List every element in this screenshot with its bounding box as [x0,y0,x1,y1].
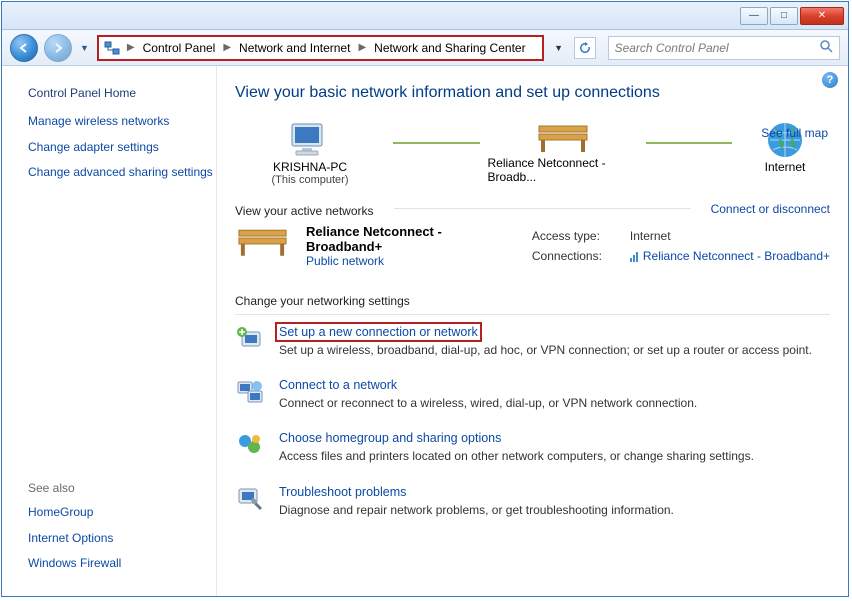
task-homegroup-sharing: Choose homegroup and sharing options Acc… [235,431,830,464]
chevron-right-icon: ▶ [356,42,368,53]
task-connect-network: Connect to a network Connect or reconnec… [235,378,830,411]
connect-network-icon [235,378,265,406]
see-full-map-link[interactable]: See full map [761,126,828,140]
setup-connection-icon [235,325,265,353]
access-type-value: Internet [630,229,830,243]
map-pc-name: KRISHNA-PC [273,160,347,174]
breadcrumb-item-network-internet[interactable]: Network and Internet [233,41,356,55]
chevron-right-icon: ▶ [125,42,137,53]
map-node-gateway[interactable]: Reliance Netconnect - Broadb... [488,120,638,184]
troubleshoot-icon [235,485,265,513]
control-panel-home-link[interactable]: Control Panel Home [28,86,216,100]
task-desc: Connect or reconnect to a wireless, wire… [279,395,697,411]
task-desc: Access files and printers located on oth… [279,448,754,464]
active-network-details: Access type: Internet Connections: Relia… [532,229,830,263]
map-internet-label: Internet [765,160,806,174]
search-placeholder: Search Control Panel [615,41,729,55]
nav-history-dropdown[interactable]: ▼ [78,43,91,53]
maximize-button[interactable]: □ [770,7,798,25]
sidebar-link-internet-options[interactable]: Internet Options [28,531,216,547]
signal-icon [630,250,640,262]
breadcrumb-item-control-panel[interactable]: Control Panel [137,41,222,55]
map-pc-sub: (This computer) [271,174,348,186]
task-desc: Diagnose and repair network problems, or… [279,502,674,518]
map-gateway-name: Reliance Netconnect - Broadb... [488,156,638,184]
homegroup-icon [235,431,265,459]
search-input[interactable]: Search Control Panel [608,36,840,60]
connection-link[interactable]: Reliance Netconnect - Broadband+ [630,249,830,263]
connect-disconnect-link[interactable]: Connect or disconnect [711,202,830,216]
access-type-label: Access type: [532,229,622,243]
sidebar-link-manage-wireless[interactable]: Manage wireless networks [28,114,216,130]
task-link-homegroup[interactable]: Choose homegroup and sharing options [279,431,501,445]
control-panel-window: — □ ✕ ▼ ▶ Control Panel ▶ Network and In… [1,1,849,597]
network-type-link[interactable]: Public network [306,254,518,268]
refresh-button[interactable] [574,37,596,59]
sidebar-link-windows-firewall[interactable]: Windows Firewall [28,556,216,572]
minimize-button[interactable]: — [740,7,768,25]
sidebar-link-advanced-sharing[interactable]: Change advanced sharing settings [28,165,216,181]
map-connection-line [393,142,480,144]
breadcrumb[interactable]: ▶ Control Panel ▶ Network and Internet ▶… [97,36,544,60]
bench-icon [235,224,290,260]
see-also-heading: See also [28,481,216,495]
task-troubleshoot: Troubleshoot problems Diagnose and repai… [235,485,830,518]
back-button[interactable] [10,34,38,62]
task-link-setup-connection[interactable]: Set up a new connection or network [279,325,478,339]
network-map: KRISHNA-PC (This computer) Reliance Netc… [235,120,830,186]
bench-icon [535,120,591,156]
breadcrumb-dropdown[interactable]: ▼ [550,43,564,53]
address-toolbar: ▼ ▶ Control Panel ▶ Network and Internet… [2,30,848,66]
task-link-troubleshoot[interactable]: Troubleshoot problems [279,485,406,499]
map-node-this-pc[interactable]: KRISHNA-PC (This computer) [235,120,385,186]
active-networks-label: View your active networks [235,204,374,218]
connections-label: Connections: [532,249,622,263]
map-connection-line [646,142,733,144]
task-desc: Set up a wireless, broadband, dial-up, a… [279,342,812,358]
titlebar: — □ ✕ [2,2,848,30]
sidebar-link-homegroup[interactable]: HomeGroup [28,505,216,521]
network-sharing-icon [103,39,121,57]
active-network-row: Reliance Netconnect - Broadband+ Public … [235,218,830,274]
change-settings-label: Change your networking settings [235,294,830,308]
sidebar: Control Panel Home Manage wireless netwo… [2,66,217,596]
search-icon [819,39,833,56]
main-pane: ? View your basic network information an… [217,66,848,596]
task-setup-new-connection: Set up a new connection or network Set u… [235,325,830,358]
forward-button[interactable] [44,34,72,62]
sidebar-link-adapter-settings[interactable]: Change adapter settings [28,140,216,156]
page-title: View your basic network information and … [235,84,830,102]
breadcrumb-item-network-sharing-center[interactable]: Network and Sharing Center [368,41,531,55]
task-link-connect-network[interactable]: Connect to a network [279,378,397,392]
active-network-name: Reliance Netconnect - Broadband+ [306,224,518,254]
help-icon[interactable]: ? [822,72,838,88]
chevron-right-icon: ▶ [221,42,233,53]
computer-icon [288,120,332,160]
close-button[interactable]: ✕ [800,7,844,25]
